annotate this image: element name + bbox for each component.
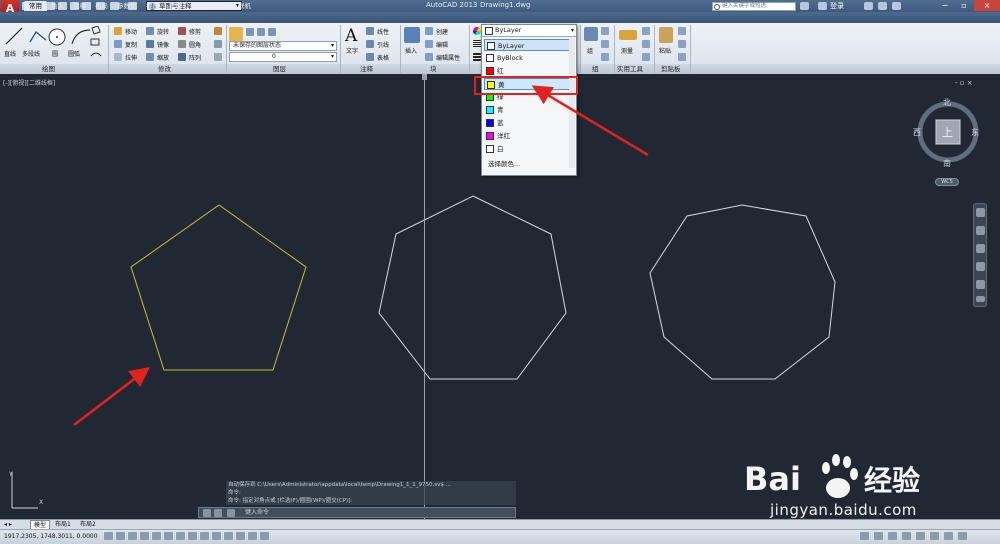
recent-commands-icon[interactable] [227, 509, 235, 517]
command-history-line: 命令: 指定对角点或 [栏选(F)/圈围(WP)/圈交(CP)]: [228, 498, 353, 504]
snap-icon[interactable] [116, 532, 125, 540]
dyn-icon[interactable] [212, 532, 221, 540]
wrench-icon[interactable] [214, 509, 222, 517]
close-command-icon[interactable] [203, 509, 211, 517]
command-history: 自动保存到 C:\Users\Administrator\appdata\loc… [226, 481, 516, 505]
watermark-url: jingyan.baidu.com [770, 501, 917, 519]
command-history-line: 自动保存到 C:\Users\Administrator\appdata\loc… [228, 482, 451, 488]
watermark-brand-right: 经验 [864, 464, 920, 497]
layout-tab-bar [0, 519, 1000, 529]
command-prompt: 键入命令 [245, 509, 270, 516]
watermark-brand-left: Bai [744, 460, 801, 498]
red-arrow-to-yellow [531, 85, 649, 157]
osnap-icon[interactable] [164, 532, 173, 540]
status-bar [0, 529, 1000, 544]
clean-screen-icon[interactable] [944, 532, 953, 540]
tab-layout2[interactable]: 布局2 [77, 520, 99, 529]
model-space-icon[interactable] [860, 532, 869, 540]
red-arrow-to-pentagon [73, 366, 150, 426]
lock-icon[interactable] [902, 532, 911, 540]
grid-icon[interactable] [128, 532, 137, 540]
ortho-icon[interactable] [140, 532, 149, 540]
infer-constraints-icon[interactable] [104, 532, 113, 540]
tab-model[interactable]: 模型 [30, 520, 51, 529]
otrack-icon[interactable] [188, 532, 197, 540]
transparency-icon[interactable] [236, 532, 245, 540]
3d-osnap-icon[interactable] [176, 532, 185, 540]
lineweight-toggle-icon[interactable] [224, 532, 233, 540]
paw-icon [822, 454, 858, 498]
workspace-switch-icon[interactable] [888, 532, 897, 540]
tab-layout1[interactable]: 布局1 [52, 520, 74, 529]
quick-properties-icon[interactable] [248, 532, 257, 540]
ducs-icon[interactable] [200, 532, 209, 540]
annotation-scale-icon[interactable] [874, 532, 883, 540]
baidu-jingyan-watermark: Bai 经验 [744, 454, 920, 498]
status-menu-icon[interactable] [958, 532, 967, 540]
command-input[interactable]: 键入命令 [198, 507, 516, 518]
command-history-line: 命令: [228, 490, 241, 496]
isolate-objects-icon[interactable] [930, 532, 939, 540]
coordinate-readout: 1917.2305, 1748.3011, 0.0000 [4, 533, 98, 540]
polar-icon[interactable] [152, 532, 161, 540]
selection-cycling-icon[interactable] [260, 532, 269, 540]
tab-nav-arrows[interactable]: ◂ ▸ [4, 521, 12, 528]
hardware-acceleration-icon[interactable] [916, 532, 925, 540]
